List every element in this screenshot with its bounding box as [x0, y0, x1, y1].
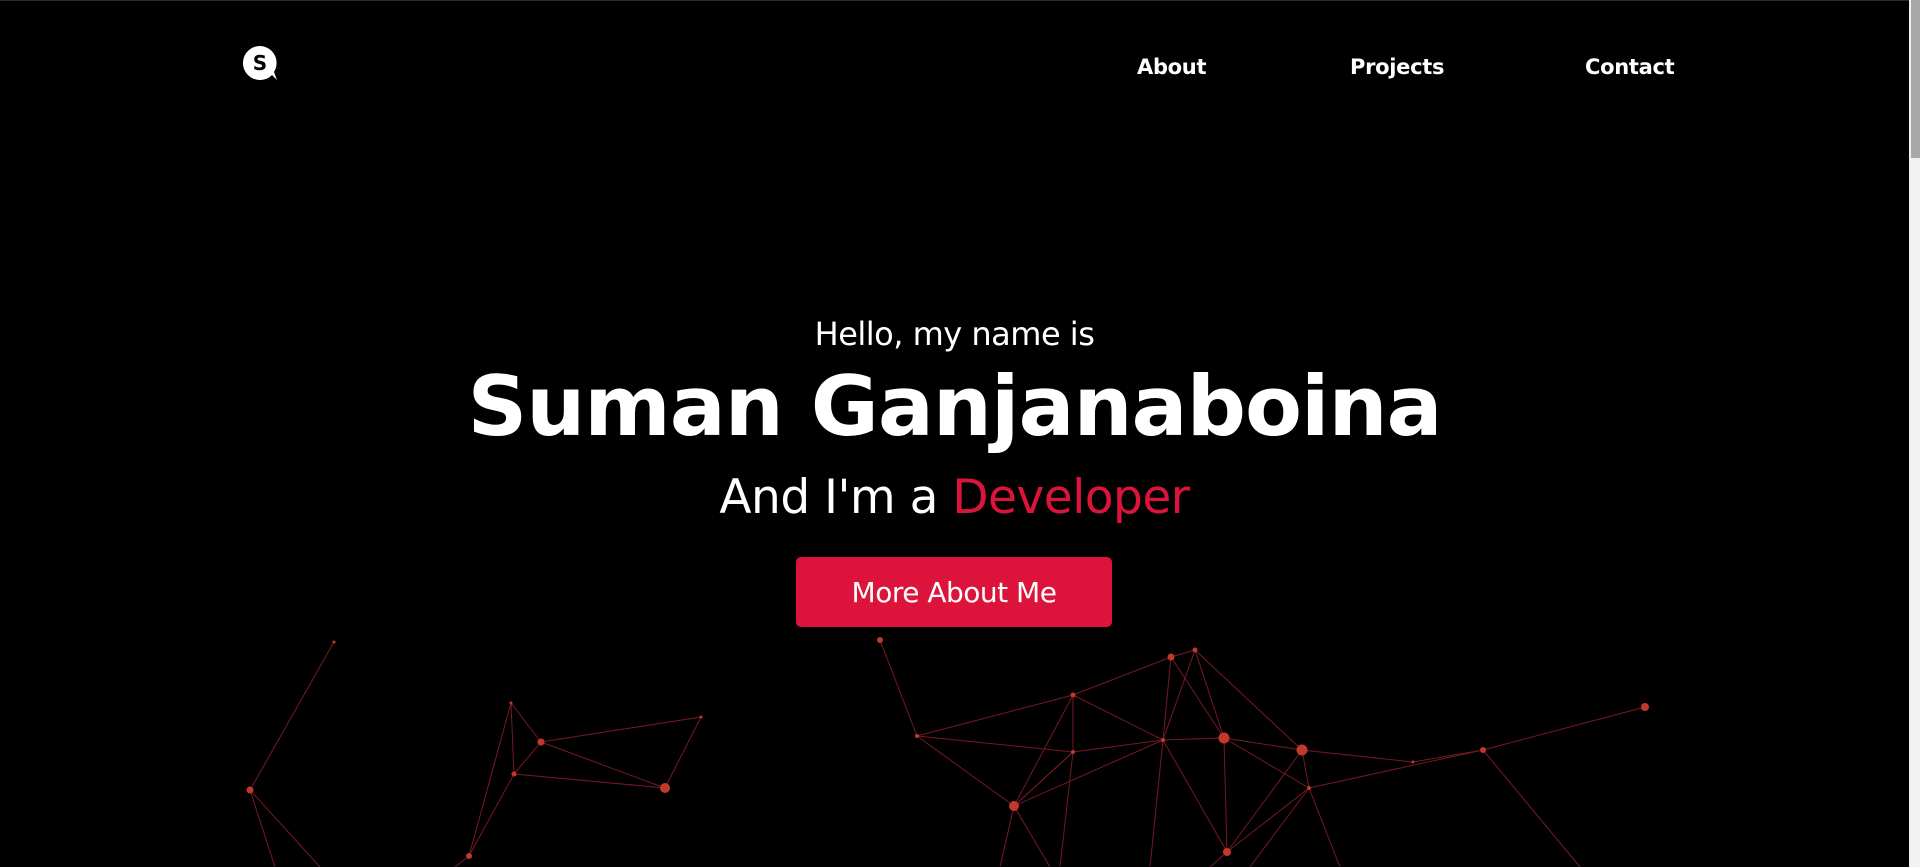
page: S About Projects Contact Hello, my name … [0, 0, 1909, 867]
scrollbar-thumb[interactable] [1911, 0, 1920, 158]
hero-role: And I'm a Developer [0, 470, 1909, 525]
hero-role-prefix: And I'm a [719, 470, 953, 525]
more-about-me-button[interactable]: More About Me [796, 557, 1112, 627]
hero-name: Suman Ganjanaboina [467, 358, 1442, 455]
page-scrollbar[interactable] [1909, 0, 1920, 867]
hero-role-highlight: Developer [952, 470, 1190, 525]
hero-greeting: Hello, my name is [814, 315, 1095, 353]
hero-section: Hello, my name is Suman Ganjanaboina And… [0, 0, 1909, 867]
